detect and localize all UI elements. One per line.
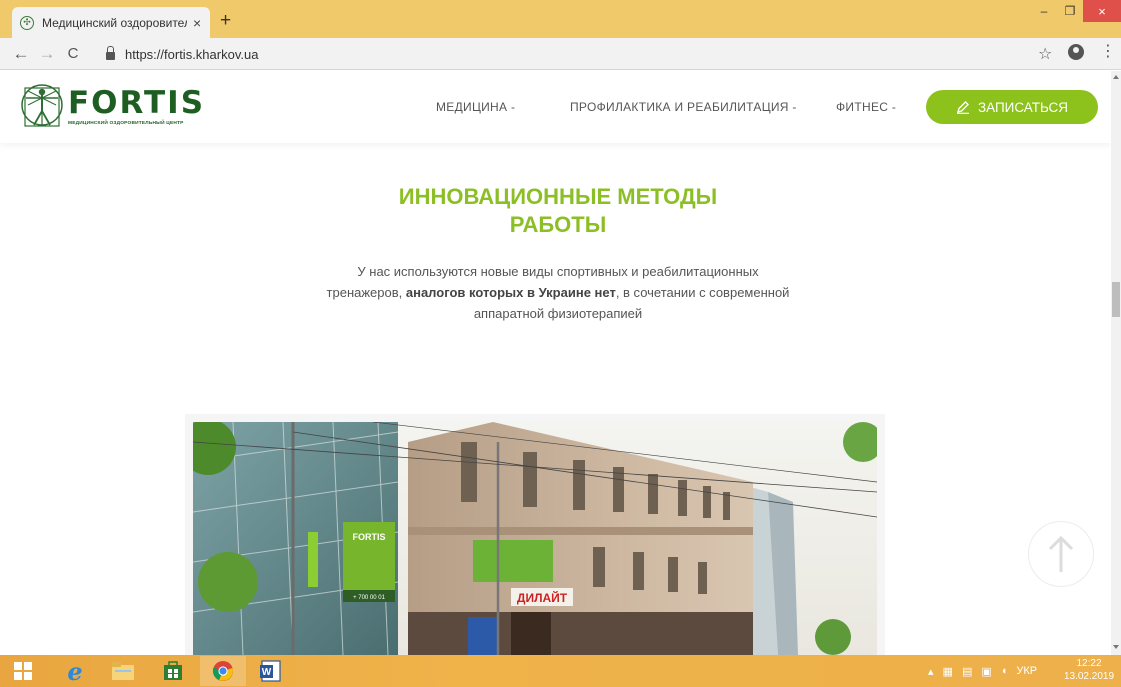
logo-subtitle: МЕДИЦИНСКИЙ ОЗДОРОВИТЕЛЬНЫЙ ЦЕНТР <box>68 121 184 126</box>
minimize-button[interactable]: – <box>1031 0 1057 22</box>
tray-language[interactable]: УКР <box>1016 665 1037 677</box>
nav-item-prevention-rehab[interactable]: ПРОФИЛАКТИКА И РЕАБИЛИТАЦИЯ - <box>570 100 797 114</box>
signup-button[interactable]: ЗАПИСАТЬСЯ <box>926 90 1098 124</box>
tray-network-icon[interactable]: ▣ <box>981 665 991 678</box>
system-tray: ▴ ▦ ▤ ▣ ◖ УКР <box>928 655 1046 687</box>
arrow-up-icon <box>1048 535 1074 572</box>
building-photo: FORTIS + 700 00 01 ДИЛАЙТ <box>193 422 877 655</box>
section-description: У нас используются новые виды спортивных… <box>320 261 796 324</box>
address-bar[interactable]: https://fortis.kharkov.ua <box>96 42 1026 66</box>
clock-date: 13.02.2019 <box>1063 671 1115 682</box>
svg-text:W: W <box>262 667 272 678</box>
browser-toolbar: ← → C https://fortis.kharkov.ua <box>0 38 1121 70</box>
tray-app-icon[interactable]: ▤ <box>962 665 972 678</box>
reload-button[interactable]: C <box>60 45 86 62</box>
tray-expand-icon[interactable]: ▴ <box>928 665 934 678</box>
internet-explorer-icon: e <box>67 656 83 686</box>
section-heading: ИННОВАЦИОННЫЕ МЕТОДЫ РАБОТЫ <box>380 183 736 239</box>
photo-sign-phone: + 700 00 01 <box>353 595 386 601</box>
photo-sign-dilight: ДИЛАЙТ <box>517 590 568 605</box>
store-icon <box>164 661 182 680</box>
bookmark-star-icon[interactable]: ☆ <box>1038 44 1052 64</box>
site-header: FORTIS МЕДИЦИНСКИЙ ОЗДОРОВИТЕЛЬНЫЙ ЦЕНТР… <box>0 71 1111 143</box>
windows-taskbar: e W ▴ ▦ ▤ ▣ ◖ УКР 12:22 13.02.2019 <box>0 655 1121 687</box>
back-to-top-button[interactable] <box>1028 521 1094 587</box>
logo-wordmark[interactable]: FORTIS <box>68 85 205 121</box>
taskbar-store[interactable] <box>150 656 196 686</box>
start-button[interactable] <box>0 656 46 686</box>
tray-volume-icon[interactable]: ◖ <box>1001 665 1008 677</box>
nav-item-medicine[interactable]: МЕДИЦИНА - <box>436 100 515 114</box>
nav-item-fitness[interactable]: ФИТНЕС - <box>836 100 896 114</box>
window-controls: – ❐ × <box>1031 0 1121 24</box>
tray-network-alert-icon[interactable]: ▦ <box>943 665 953 678</box>
new-tab-button[interactable]: + <box>220 10 231 32</box>
heading-line-1: ИННОВАЦИОННЫЕ МЕТОДЫ <box>398 184 718 209</box>
scroll-up-arrow-icon[interactable] <box>1113 75 1119 79</box>
chrome-icon <box>212 661 233 681</box>
signup-button-label: ЗАПИСАТЬСЯ <box>977 99 1069 115</box>
taskbar-ie[interactable]: e <box>52 656 98 686</box>
file-explorer-icon <box>112 662 134 680</box>
tab-title: Медицинский оздоровительный центр <box>42 15 187 30</box>
taskbar-clock[interactable]: 12:22 13.02.2019 <box>1061 657 1117 683</box>
restore-button[interactable]: ❐ <box>1057 0 1083 22</box>
lock-icon <box>106 46 115 60</box>
browser-tabstrip: ✣ Медицинский оздоровительный центр × + … <box>0 0 1121 38</box>
fortis-favicon-icon: ✣ <box>20 15 34 30</box>
url-text: https://fortis.kharkov.ua <box>125 46 259 62</box>
taskbar-word[interactable]: W <box>248 656 294 686</box>
scroll-down-arrow-icon[interactable] <box>1113 645 1119 649</box>
browser-menu-icon[interactable]: ⋮ <box>1100 44 1116 60</box>
scrollbar-thumb[interactable] <box>1112 282 1120 317</box>
page-scrollbar[interactable] <box>1111 71 1121 655</box>
heading-line-2: РАБОТЫ <box>509 212 607 237</box>
forward-button[interactable]: → <box>34 44 60 64</box>
back-button[interactable]: ← <box>8 44 34 64</box>
page-viewport: FORTIS МЕДИЦИНСКИЙ ОЗДОРОВИТЕЛЬНЫЙ ЦЕНТР… <box>0 71 1111 655</box>
close-window-button[interactable]: × <box>1083 0 1121 22</box>
pen-icon <box>956 101 969 114</box>
taskbar-chrome[interactable] <box>200 656 246 686</box>
word-icon: W <box>260 660 281 682</box>
tab-close-icon[interactable]: × <box>193 15 201 31</box>
taskbar-explorer[interactable] <box>100 656 146 686</box>
clock-time: 12:22 <box>1076 658 1102 669</box>
profile-icon[interactable] <box>1068 44 1084 60</box>
browser-tab[interactable]: ✣ Медицинский оздоровительный центр × <box>12 7 210 38</box>
windows-logo-icon <box>14 662 32 680</box>
desc-text-bold: аналогов которых в Украине нет <box>405 285 616 300</box>
vitruvian-man-logo-icon[interactable] <box>20 78 64 132</box>
photo-sign-fortis: FORTIS <box>353 532 386 542</box>
